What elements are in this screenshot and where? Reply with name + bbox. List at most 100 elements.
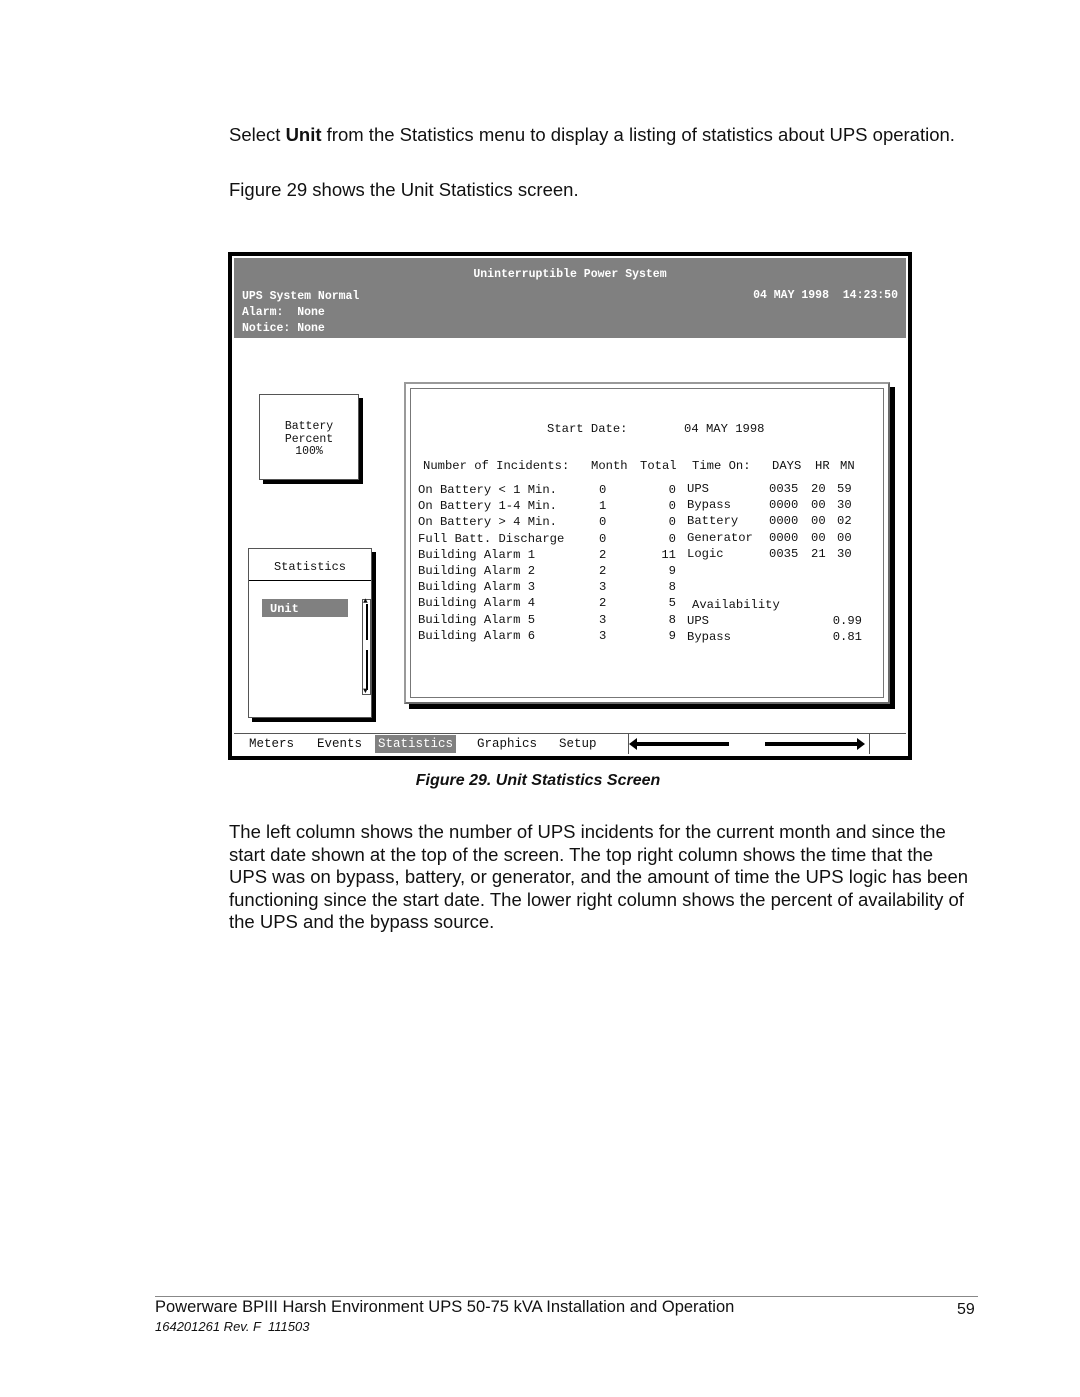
incident-total: 11 xyxy=(661,547,676,562)
time-on-days: 0035 xyxy=(769,546,799,561)
scrollbar-track-lower xyxy=(366,650,368,690)
scroll-down-arrow-icon[interactable]: ▼ xyxy=(363,688,368,696)
scroll-up-arrow-icon[interactable]: ▲ xyxy=(363,598,368,606)
page-number: 59 xyxy=(957,1301,975,1318)
availability-row: Bypass 0.81 xyxy=(687,630,862,646)
bottom-menu-bar: Meters Events Statistics Graphics Setup xyxy=(234,733,906,754)
time-on-hours: 21 xyxy=(811,546,826,561)
screen-title: Uninterruptible Power System xyxy=(473,268,667,281)
incident-label: Full Batt. Discharge xyxy=(418,531,565,546)
menu-graphics[interactable]: Graphics xyxy=(474,735,540,753)
menu-statistics[interactable]: Statistics xyxy=(375,735,457,753)
incident-total: 5 xyxy=(668,596,676,611)
days-header: DAYS xyxy=(772,459,802,473)
explanation-paragraph: The left column shows the number of UPS … xyxy=(229,821,969,932)
time-on-label: Logic xyxy=(687,546,724,561)
incident-month: 3 xyxy=(599,628,607,643)
time-on-hours: 00 xyxy=(811,514,826,529)
time-on-days: 0000 xyxy=(769,498,799,513)
availability-value: 0.99 xyxy=(832,614,862,628)
mn-header: MN xyxy=(840,459,855,473)
time-on-header: Time On: xyxy=(692,459,751,473)
battery-value: 100% xyxy=(295,445,323,458)
incident-total: 9 xyxy=(668,628,676,643)
time-on-days: 0000 xyxy=(769,514,799,529)
hr-header: HR xyxy=(815,459,830,473)
screen-header: Uninterruptible Power System UPS System … xyxy=(234,258,906,338)
footer-divider xyxy=(155,1296,978,1297)
incident-total: 0 xyxy=(668,499,676,514)
time-on-minutes: 02 xyxy=(837,514,852,529)
statistics-menu-title: Statistics xyxy=(249,549,371,581)
unit-statistics-panel: Start Date: 04 MAY 1998 Number of Incide… xyxy=(404,382,890,704)
alarm-status: Alarm: None xyxy=(242,306,325,319)
incident-month: 3 xyxy=(599,612,607,627)
incident-month: 1 xyxy=(599,499,607,514)
incident-total: 8 xyxy=(668,580,676,595)
arrow-left-icon[interactable] xyxy=(629,738,729,750)
menu-meters[interactable]: Meters xyxy=(246,735,297,753)
navigation-arrows xyxy=(628,734,870,754)
incident-label: Building Alarm 5 xyxy=(418,612,536,627)
menu-scrollbar[interactable]: ▲ ▼ xyxy=(362,598,371,696)
time-on-label: UPS xyxy=(687,482,709,496)
incident-total: 0 xyxy=(668,515,676,530)
incident-label: On Battery > 4 Min. xyxy=(418,515,557,530)
incident-total: 8 xyxy=(668,612,676,627)
incident-month: 2 xyxy=(599,564,607,578)
incidents-header: Number of Incidents: xyxy=(423,459,570,473)
incident-total: 0 xyxy=(668,531,676,546)
menu-item-unit[interactable]: Unit xyxy=(262,599,348,617)
system-status: UPS System Normal xyxy=(242,290,360,303)
incident-month: 0 xyxy=(599,515,607,530)
time-on-hours: 00 xyxy=(811,498,826,513)
incident-label: Building Alarm 6 xyxy=(418,628,536,643)
incident-total: 0 xyxy=(668,483,676,497)
incident-label: Building Alarm 2 xyxy=(418,564,536,578)
time-on-hours: 00 xyxy=(811,530,826,545)
incident-month: 3 xyxy=(599,580,607,595)
incident-label: Building Alarm 4 xyxy=(418,596,536,611)
incident-month: 0 xyxy=(599,483,607,497)
time-on-days: 0000 xyxy=(769,530,799,545)
intro-text: Select xyxy=(229,124,286,145)
menu-events[interactable]: Events xyxy=(314,735,365,753)
intro-paragraph: Select Unit from the Statistics menu to … xyxy=(229,124,969,147)
menu-setup[interactable]: Setup xyxy=(556,735,600,753)
time-on-minutes: 30 xyxy=(837,498,852,513)
time-on-label: Battery xyxy=(687,514,739,529)
statistics-menu: Statistics Unit ▲ ▼ xyxy=(248,548,372,718)
arrow-right-icon[interactable] xyxy=(765,738,865,750)
footer-title: Powerware BPIII Harsh Environment UPS 50… xyxy=(155,1298,735,1316)
time-on-minutes: 30 xyxy=(837,546,852,561)
incident-label: On Battery < 1 Min. xyxy=(418,483,557,497)
incident-total: 9 xyxy=(668,564,676,578)
time-on-minutes: 00 xyxy=(837,530,852,545)
availability-value: 0.81 xyxy=(832,630,862,645)
availability-label: UPS xyxy=(687,614,709,628)
start-date-value: 04 MAY 1998 xyxy=(684,422,765,436)
battery-percent-box: Battery Percent 100% xyxy=(259,394,359,480)
total-header: Total xyxy=(640,459,677,473)
incident-month: 2 xyxy=(599,596,607,611)
availability-label: Bypass xyxy=(687,630,731,645)
start-date-label: Start Date: xyxy=(547,422,628,436)
time-on-label: Bypass xyxy=(687,498,731,513)
time-on-hours: 20 xyxy=(811,482,826,496)
figure-caption-text: Figure 29. Unit Statistics Screen xyxy=(415,772,661,789)
scrollbar-track-upper xyxy=(366,604,368,640)
intro-text-rest: from the Statistics menu to display a li… xyxy=(321,124,955,145)
availability-row: UPS 0.99 xyxy=(687,614,862,630)
incident-label: On Battery 1-4 Min. xyxy=(418,499,557,514)
figure-reference-paragraph: Figure 29 shows the Unit Statistics scre… xyxy=(229,179,579,200)
date-time: 04 MAY 1998 14:23:50 xyxy=(753,289,898,302)
time-on-minutes: 59 xyxy=(837,482,852,496)
incident-label: Building Alarm 3 xyxy=(418,580,536,595)
incident-label: Building Alarm 1 xyxy=(418,547,536,562)
month-header: Month xyxy=(591,459,628,473)
incident-month: 0 xyxy=(599,531,607,546)
time-on-days: 0035 xyxy=(769,482,799,496)
figure-caption: Figure 29. Unit Statistics Screen xyxy=(0,772,1080,790)
notice-status: Notice: None xyxy=(242,322,325,335)
incident-month: 2 xyxy=(599,547,607,562)
